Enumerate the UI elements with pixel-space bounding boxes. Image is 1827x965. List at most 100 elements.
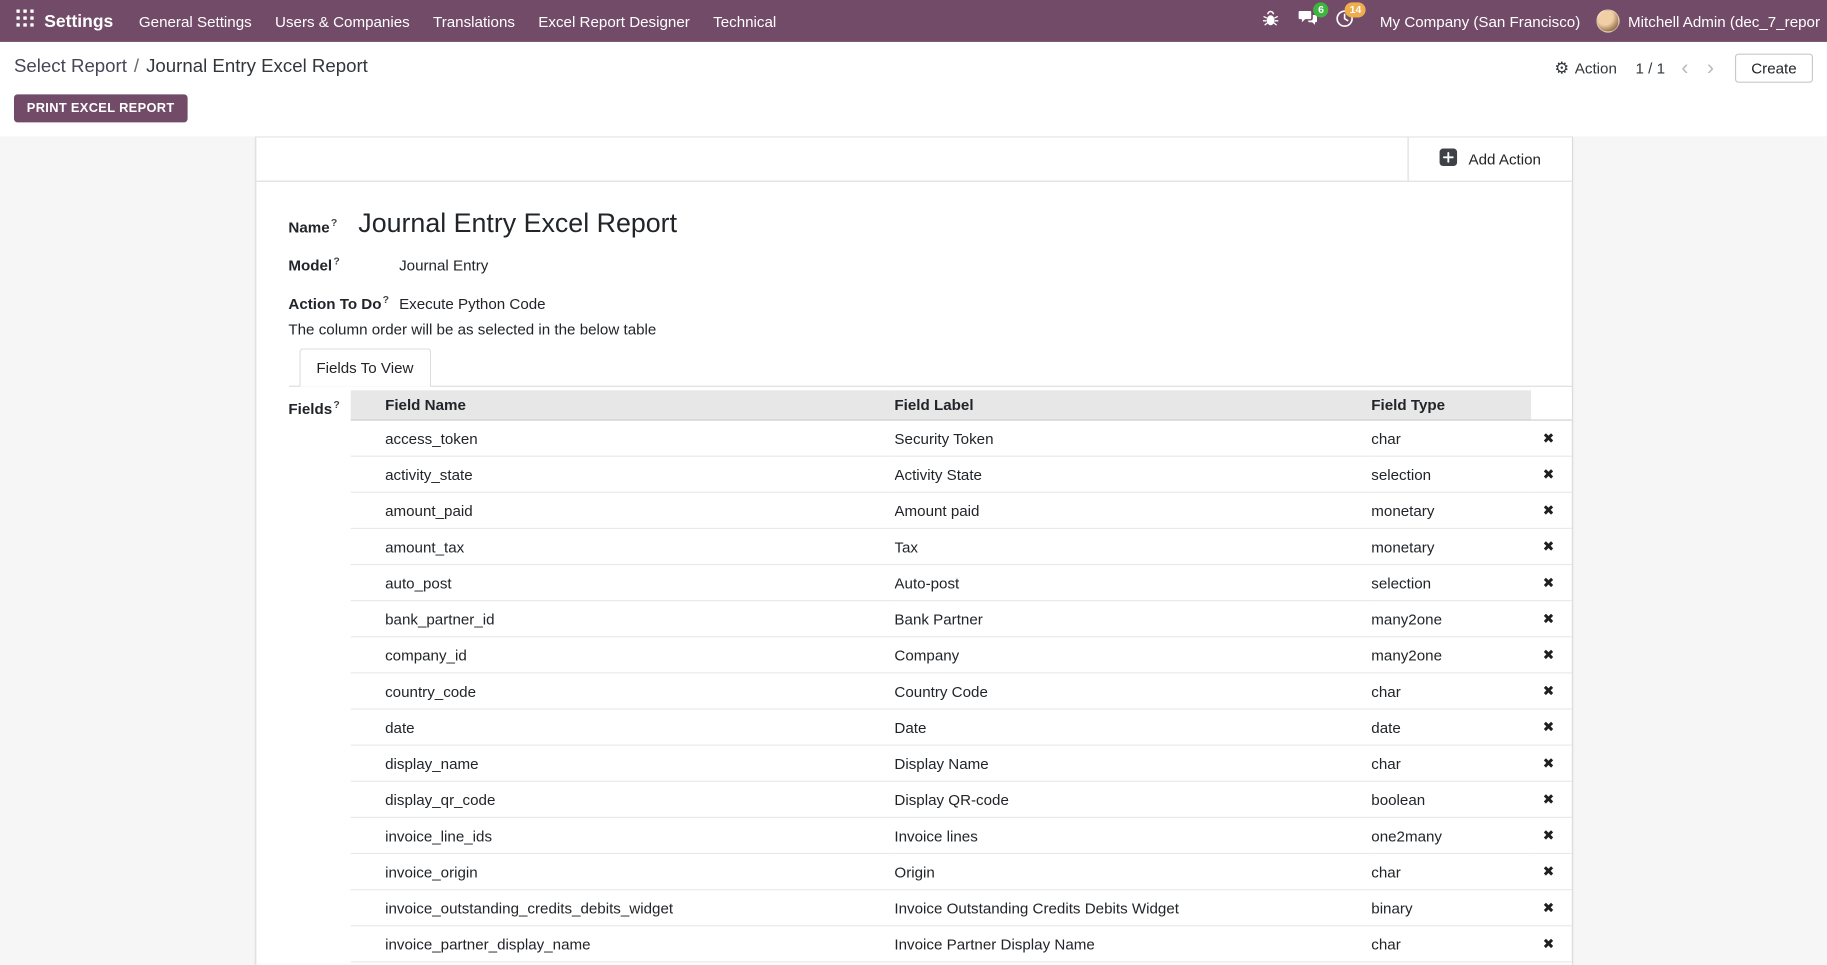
row-delete-button[interactable]: ✖ bbox=[1538, 897, 1559, 918]
cell-field-label[interactable]: Company bbox=[894, 637, 1371, 673]
cell-field-name[interactable]: invoice_line_ids bbox=[350, 818, 894, 854]
table-row[interactable]: amount_tax Tax monetary ✖ bbox=[350, 529, 1571, 565]
cell-field-name[interactable]: date bbox=[350, 709, 894, 745]
table-row[interactable]: amount_paid Amount paid monetary ✖ bbox=[350, 493, 1571, 529]
row-delete-button[interactable]: ✖ bbox=[1538, 500, 1559, 521]
company-switcher[interactable]: My Company (San Francisco) bbox=[1364, 0, 1597, 42]
cell-field-label[interactable]: Auto-post bbox=[894, 565, 1371, 601]
cell-field-label[interactable]: Country Code bbox=[894, 673, 1371, 709]
cell-field-name[interactable]: amount_paid bbox=[350, 493, 894, 529]
cell-field-name[interactable]: activity_state bbox=[350, 456, 894, 492]
cell-field-label[interactable]: Invoice Outstanding Credits Debits Widge… bbox=[894, 890, 1371, 926]
cell-field-label[interactable]: Invoice lines bbox=[894, 818, 1371, 854]
cell-field-name[interactable]: invoice_outstanding_credits_debits_widge… bbox=[350, 890, 894, 926]
table-row[interactable]: country_code Country Code char ✖ bbox=[350, 673, 1571, 709]
apps-menu-button[interactable] bbox=[7, 0, 42, 42]
cell-field-name[interactable]: amount_tax bbox=[350, 529, 894, 565]
cell-field-type[interactable]: many2one bbox=[1371, 962, 1530, 965]
cell-field-label[interactable]: Journal bbox=[894, 962, 1371, 965]
pager-previous-button[interactable]: ‹ bbox=[1679, 57, 1691, 78]
model-field-value[interactable]: Journal Entry bbox=[399, 256, 488, 273]
cell-field-name[interactable]: country_code bbox=[350, 673, 894, 709]
table-row[interactable]: journal_id Journal many2one ✖ bbox=[350, 962, 1571, 965]
row-delete-button[interactable]: ✖ bbox=[1538, 681, 1559, 702]
name-field-value[interactable]: Journal Entry Excel Report bbox=[358, 207, 677, 239]
cell-field-label[interactable]: Origin bbox=[894, 854, 1371, 890]
cell-field-type[interactable]: char bbox=[1371, 854, 1530, 890]
row-delete-button[interactable]: ✖ bbox=[1538, 861, 1559, 882]
cell-field-name[interactable]: display_qr_code bbox=[350, 782, 894, 818]
cell-field-type[interactable]: one2many bbox=[1371, 818, 1530, 854]
row-delete-button[interactable]: ✖ bbox=[1538, 572, 1559, 593]
row-delete-button[interactable]: ✖ bbox=[1538, 825, 1559, 846]
column-header-field-name[interactable]: Field Name bbox=[350, 391, 894, 421]
cell-field-type[interactable]: monetary bbox=[1371, 529, 1530, 565]
cell-field-label[interactable]: Invoice Partner Display Name bbox=[894, 926, 1371, 962]
cell-field-name[interactable]: journal_id bbox=[350, 962, 894, 965]
nav-menu-item[interactable]: Technical bbox=[701, 0, 787, 42]
row-delete-button[interactable]: ✖ bbox=[1538, 934, 1559, 955]
create-button[interactable]: Create bbox=[1735, 53, 1813, 82]
cell-field-name[interactable]: bank_partner_id bbox=[350, 601, 894, 637]
table-row[interactable]: invoice_origin Origin char ✖ bbox=[350, 854, 1571, 890]
table-row[interactable]: invoice_partner_display_name Invoice Par… bbox=[350, 926, 1571, 962]
add-action-button[interactable]: Add Action bbox=[1408, 137, 1571, 180]
cell-field-label[interactable]: Display Name bbox=[894, 745, 1371, 781]
row-delete-button[interactable]: ✖ bbox=[1538, 645, 1559, 666]
user-menu[interactable]: Mitchell Admin (dec_7_repor bbox=[1597, 0, 1820, 42]
table-row[interactable]: display_name Display Name char ✖ bbox=[350, 745, 1571, 781]
cell-field-type[interactable]: monetary bbox=[1371, 493, 1530, 529]
table-row[interactable]: invoice_outstanding_credits_debits_widge… bbox=[350, 890, 1571, 926]
table-row[interactable]: display_qr_code Display QR-code boolean … bbox=[350, 782, 1571, 818]
row-delete-button[interactable]: ✖ bbox=[1538, 789, 1559, 810]
current-app-name[interactable]: Settings bbox=[42, 0, 127, 42]
table-row[interactable]: bank_partner_id Bank Partner many2one ✖ bbox=[350, 601, 1571, 637]
tab-fields-to-view[interactable]: Fields To View bbox=[299, 349, 431, 387]
cell-field-label[interactable]: Amount paid bbox=[894, 493, 1371, 529]
row-delete-button[interactable]: ✖ bbox=[1538, 753, 1559, 774]
nav-menu-item[interactable]: Excel Report Designer bbox=[527, 0, 702, 42]
cell-field-type[interactable]: selection bbox=[1371, 456, 1530, 492]
cell-field-type[interactable]: char bbox=[1371, 673, 1530, 709]
debug-mode-button[interactable] bbox=[1252, 0, 1289, 42]
pager-next-button[interactable]: › bbox=[1705, 57, 1717, 78]
cell-field-label[interactable]: Date bbox=[894, 709, 1371, 745]
action-menu-button[interactable]: ⚙ Action bbox=[1554, 59, 1617, 76]
table-row[interactable]: auto_post Auto-post selection ✖ bbox=[350, 565, 1571, 601]
row-delete-button[interactable]: ✖ bbox=[1538, 428, 1559, 449]
row-delete-button[interactable]: ✖ bbox=[1538, 717, 1559, 738]
table-row[interactable]: activity_state Activity State selection … bbox=[350, 456, 1571, 492]
cell-field-type[interactable]: boolean bbox=[1371, 782, 1530, 818]
table-row[interactable]: invoice_line_ids Invoice lines one2many … bbox=[350, 818, 1571, 854]
cell-field-type[interactable]: char bbox=[1371, 926, 1530, 962]
action-to-do-field-value[interactable]: Execute Python Code bbox=[399, 295, 546, 312]
activities-menu-button[interactable]: 14 bbox=[1326, 0, 1363, 42]
cell-field-label[interactable]: Display QR-code bbox=[894, 782, 1371, 818]
row-delete-button[interactable]: ✖ bbox=[1538, 464, 1559, 485]
table-row[interactable]: date Date date ✖ bbox=[350, 709, 1571, 745]
cell-field-type[interactable]: many2one bbox=[1371, 601, 1530, 637]
cell-field-type[interactable]: selection bbox=[1371, 565, 1530, 601]
cell-field-name[interactable]: company_id bbox=[350, 637, 894, 673]
cell-field-type[interactable]: date bbox=[1371, 709, 1530, 745]
cell-field-label[interactable]: Bank Partner bbox=[894, 601, 1371, 637]
table-row[interactable]: company_id Company many2one ✖ bbox=[350, 637, 1571, 673]
breadcrumb-parent-link[interactable]: Select Report bbox=[14, 57, 127, 78]
cell-field-label[interactable]: Activity State bbox=[894, 456, 1371, 492]
cell-field-type[interactable]: char bbox=[1371, 745, 1530, 781]
row-delete-button[interactable]: ✖ bbox=[1538, 609, 1559, 630]
cell-field-name[interactable]: display_name bbox=[350, 745, 894, 781]
print-excel-report-button[interactable]: PRINT EXCEL REPORT bbox=[14, 94, 187, 122]
column-header-field-label[interactable]: Field Label bbox=[894, 391, 1371, 421]
cell-field-label[interactable]: Tax bbox=[894, 529, 1371, 565]
cell-field-type[interactable]: many2one bbox=[1371, 637, 1530, 673]
table-row[interactable]: access_token Security Token char ✖ bbox=[350, 420, 1571, 456]
nav-menu-item[interactable]: Translations bbox=[421, 0, 526, 42]
row-delete-button[interactable]: ✖ bbox=[1538, 536, 1559, 557]
cell-field-name[interactable]: invoice_origin bbox=[350, 854, 894, 890]
cell-field-name[interactable]: access_token bbox=[350, 420, 894, 456]
messages-menu-button[interactable]: 6 bbox=[1289, 0, 1326, 42]
column-header-field-type[interactable]: Field Type bbox=[1371, 391, 1530, 421]
cell-field-type[interactable]: binary bbox=[1371, 890, 1530, 926]
nav-menu-item[interactable]: Users & Companies bbox=[263, 0, 421, 42]
